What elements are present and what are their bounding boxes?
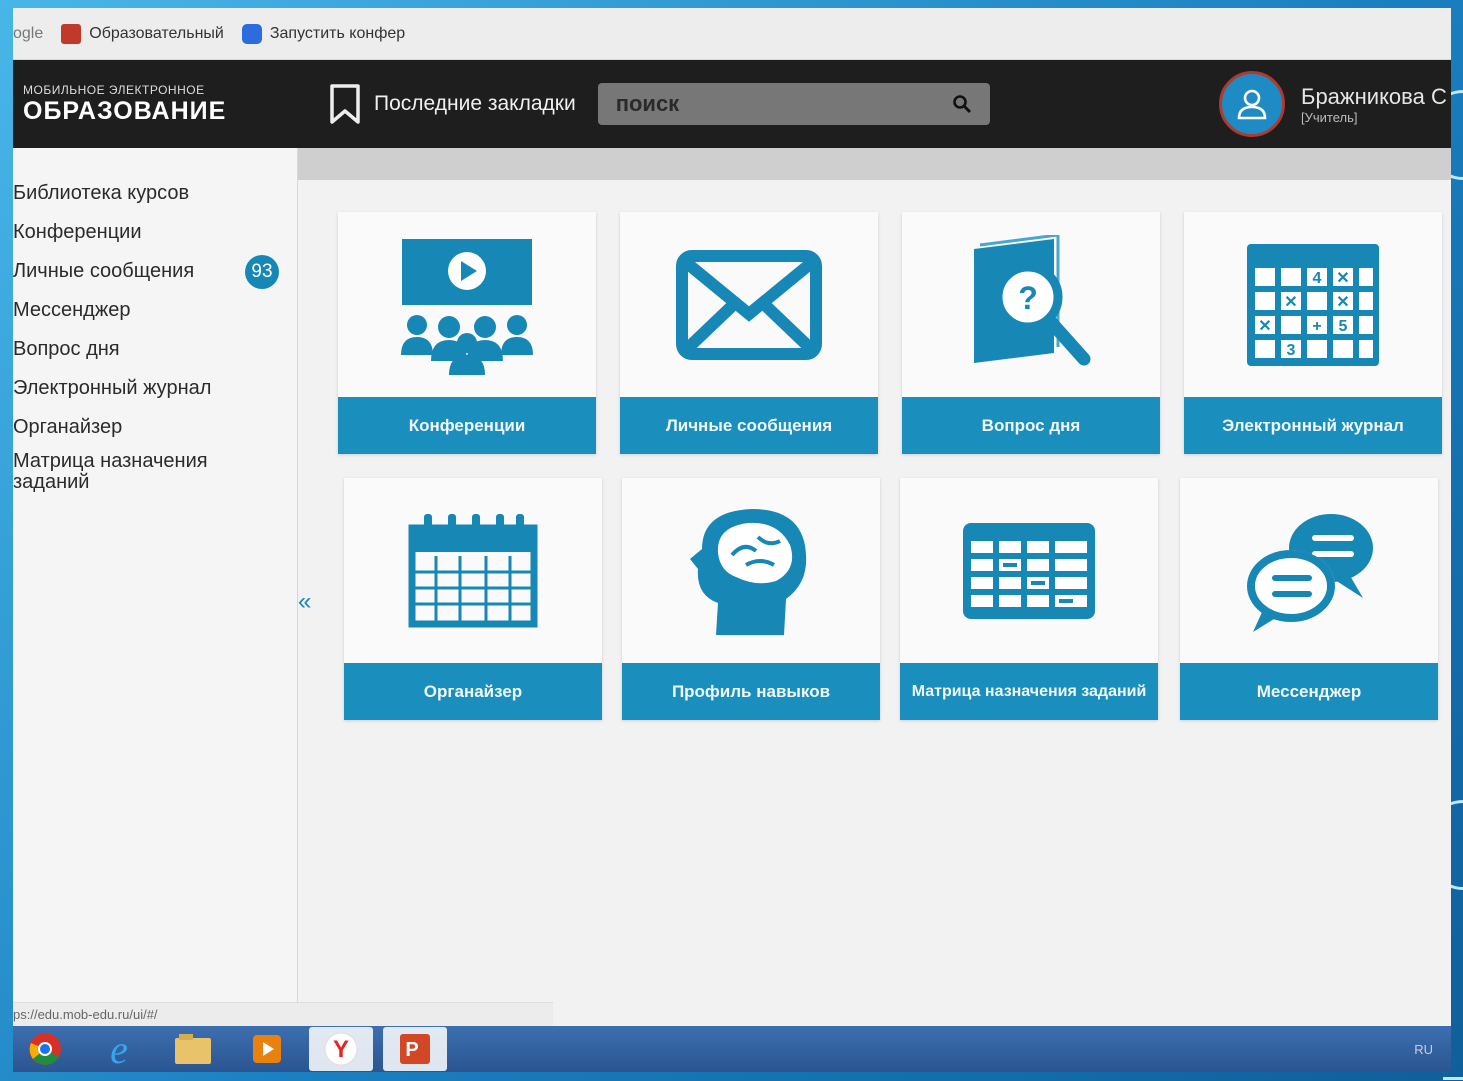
bookmarks-bar: ogle Образовательный Запустить конфер: [13, 8, 1451, 60]
tile-question-of-day[interactable]: ? Вопрос дня: [902, 212, 1160, 454]
bookmark-google[interactable]: ogle: [13, 25, 43, 43]
sidebar-item-electronic-journal[interactable]: Электронный журнал: [13, 369, 297, 408]
search-input[interactable]: [615, 91, 916, 117]
powerpoint-icon: P: [400, 1034, 430, 1064]
tile-task-matrix[interactable]: Матрица назначения заданий: [900, 478, 1158, 720]
taskbar-internet-explorer[interactable]: e: [87, 1026, 151, 1072]
sidebar-item-course-library[interactable]: Библиотека курсов: [13, 174, 297, 213]
internet-explorer-icon: e: [110, 1026, 128, 1072]
user-icon: [1237, 89, 1267, 120]
tile-conferences[interactable]: Конференции: [338, 212, 596, 454]
svg-text:+: +: [1312, 318, 1321, 335]
tile-skills-profile[interactable]: Профиль навыков: [622, 478, 880, 720]
tile-personal-messages[interactable]: Личные сообщения: [620, 212, 878, 454]
svg-text:5: 5: [1339, 318, 1348, 335]
sidebar-item-task-matrix[interactable]: Матрица назначения заданий: [13, 447, 297, 493]
browser-screen: ogle Образовательный Запустить конфер МО…: [13, 8, 1451, 1072]
svg-text:✕: ✕: [1336, 294, 1349, 311]
dashboard-content: Конференции Личные сообщения ? Вопрос дн…: [298, 148, 1451, 1026]
taskbar: e Y P RU: [13, 1026, 1451, 1072]
taskbar-powerpoint[interactable]: P: [383, 1027, 447, 1071]
main-area: Библиотека курсов Конференции Личные соо…: [13, 148, 1451, 1026]
search-icon[interactable]: [952, 94, 972, 114]
search-box: [597, 83, 990, 125]
status-url: ps://edu.mob-edu.ru/ui/#/: [13, 1002, 553, 1026]
user-role: [Учитель]: [1301, 109, 1358, 125]
svg-text:4: 4: [1313, 270, 1322, 287]
svg-text:P: P: [405, 1039, 418, 1061]
yandex-browser-icon: Y: [324, 1032, 358, 1066]
matrix-table-icon: [963, 523, 1095, 619]
user-menu[interactable]: Бражникова С [Учитель]: [1219, 60, 1451, 148]
video-call-icon: [241, 23, 262, 44]
chat-bubbles-icon: [1247, 514, 1373, 632]
tile-messenger[interactable]: Мессенджер: [1180, 478, 1438, 720]
sidebar: Библиотека курсов Конференции Личные соо…: [13, 148, 298, 1026]
taskbar-chrome[interactable]: [13, 1027, 77, 1071]
bookmark-icon: [330, 84, 360, 124]
sidebar-item-messenger[interactable]: Мессенджер: [13, 291, 297, 330]
language-indicator[interactable]: RU: [1414, 1042, 1433, 1057]
question-book-icon: ?: [974, 235, 1091, 366]
user-name: Бражникова С: [1301, 83, 1447, 109]
app-header: МОБИЛЬНОЕ ЭЛЕКТРОННОЕ ОБРАЗОВАНИЕ Послед…: [13, 60, 1451, 148]
envelope-icon: [676, 250, 822, 360]
red-square-icon: [61, 23, 82, 44]
site-logo[interactable]: МОБИЛЬНОЕ ЭЛЕКТРОННОЕ ОБРАЗОВАНИЕ: [23, 83, 283, 126]
sidebar-item-personal-messages[interactable]: Личные сообщения 93: [13, 252, 297, 291]
bookmark-conference[interactable]: Запустить конфер: [241, 23, 405, 44]
svg-text:✕: ✕: [1284, 294, 1297, 311]
recent-bookmarks-link[interactable]: Последние закладки: [328, 83, 576, 125]
taskbar-file-explorer[interactable]: [161, 1027, 225, 1071]
bookmark-educational[interactable]: Образовательный: [61, 23, 224, 44]
brain-head-icon: [690, 509, 807, 635]
svg-text:?: ?: [1018, 280, 1038, 316]
folder-icon: [175, 1034, 211, 1064]
tile-organizer[interactable]: Органайзер: [344, 478, 602, 720]
chrome-icon: [29, 1033, 61, 1065]
taskbar-yandex-browser[interactable]: Y: [309, 1027, 373, 1071]
sidebar-item-question-of-day[interactable]: Вопрос дня: [13, 330, 297, 369]
tile-electronic-journal[interactable]: 4 ✕ ✕ ✕ ✕ +5 3 Электронный журнал: [1184, 212, 1442, 454]
svg-text:✕: ✕: [1258, 318, 1271, 335]
taskbar-media-player[interactable]: [235, 1027, 299, 1071]
grade-grid-icon: 4 ✕ ✕ ✕ ✕ +5 3: [1247, 244, 1379, 366]
calendar-icon: [408, 514, 538, 628]
content-top-strip: [298, 148, 1451, 180]
sidebar-item-conferences[interactable]: Конференции: [13, 213, 297, 252]
sidebar-item-organizer[interactable]: Органайзер: [13, 408, 297, 447]
conference-icon: [401, 239, 533, 375]
avatar[interactable]: [1219, 71, 1285, 137]
unread-count-badge: 93: [245, 254, 279, 289]
svg-text:✕: ✕: [1336, 270, 1349, 287]
media-player-icon: [253, 1035, 281, 1063]
svg-text:Y: Y: [333, 1036, 349, 1063]
svg-text:3: 3: [1287, 342, 1296, 359]
